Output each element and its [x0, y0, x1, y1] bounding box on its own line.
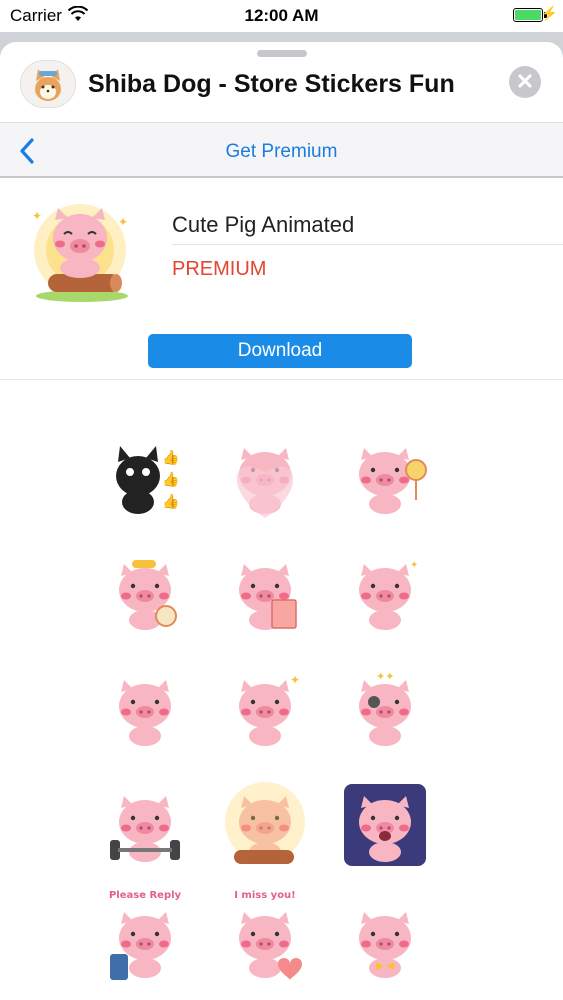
sticker-pig-dizzy[interactable]: ✦✦	[340, 664, 430, 754]
charging-icon: ⚡	[540, 5, 558, 21]
svg-text:✦: ✦	[290, 673, 300, 687]
svg-text:✦: ✦	[118, 215, 128, 229]
svg-text:👍: 👍	[162, 449, 179, 466]
download-button[interactable]: Download	[148, 334, 412, 368]
premium-badge: PREMIUM	[172, 258, 267, 280]
sticker-pig-fan[interactable]	[340, 432, 430, 522]
sticker-cat-thumbs-up[interactable]: 👍 👍 👍	[100, 432, 190, 522]
clock: 12:00 AM	[244, 6, 319, 25]
shiba-dog-app-icon	[20, 60, 76, 108]
nav-title: Get Premium	[225, 141, 338, 162]
divider	[172, 244, 563, 245]
pack-detail: ✦ ✦ Cute Pig Animated PREMIUM Download	[0, 180, 563, 380]
app-title: Shiba Dog - Store Stickers Fun	[88, 70, 455, 98]
pack-name: Cute Pig Animated	[172, 212, 355, 237]
svg-text:✦: ✦	[32, 209, 42, 223]
svg-text:👍: 👍	[162, 471, 179, 488]
svg-text:✦✦: ✦✦	[376, 671, 394, 683]
sticker-pig-blush[interactable]	[100, 664, 190, 754]
sticker-pig-weights[interactable]	[100, 780, 190, 870]
sticker-pig-bowtie[interactable]	[340, 896, 430, 986]
svg-text:👍: 👍	[162, 493, 179, 510]
battery-icon	[513, 8, 543, 22]
sticker-caption: Please Reply	[108, 890, 182, 901]
nav-bar: Get Premium	[0, 122, 563, 178]
sticker-caption: I miss you!	[234, 890, 296, 901]
sticker-pig-pray[interactable]: ✦	[340, 548, 430, 638]
sticker-pig-notebook[interactable]	[220, 548, 310, 638]
sticker-pig-miss-you[interactable]: I miss you!	[220, 890, 310, 986]
sticker-pig-shocked[interactable]	[340, 780, 430, 870]
sticker-pig-alarm[interactable]	[100, 548, 190, 638]
sticker-pig-please-reply[interactable]: Please Reply	[100, 890, 190, 986]
title-bar: Shiba Dog - Store Stickers Fun ✕	[0, 42, 563, 122]
sticker-pig-sparkle[interactable]: ✦	[220, 664, 310, 754]
svg-text:✦: ✦	[410, 560, 418, 571]
pack-thumbnail: ✦ ✦	[22, 198, 140, 308]
sticker-pig-heart[interactable]	[220, 432, 310, 522]
sticker-store-sheet: Shiba Dog - Store Stickers Fun ✕ Get Pre…	[0, 42, 563, 1000]
close-button[interactable]: ✕	[509, 66, 541, 98]
status-bar: Carrier 12:00 AM ⚡	[0, 0, 563, 32]
sticker-pig-log[interactable]	[220, 780, 310, 870]
